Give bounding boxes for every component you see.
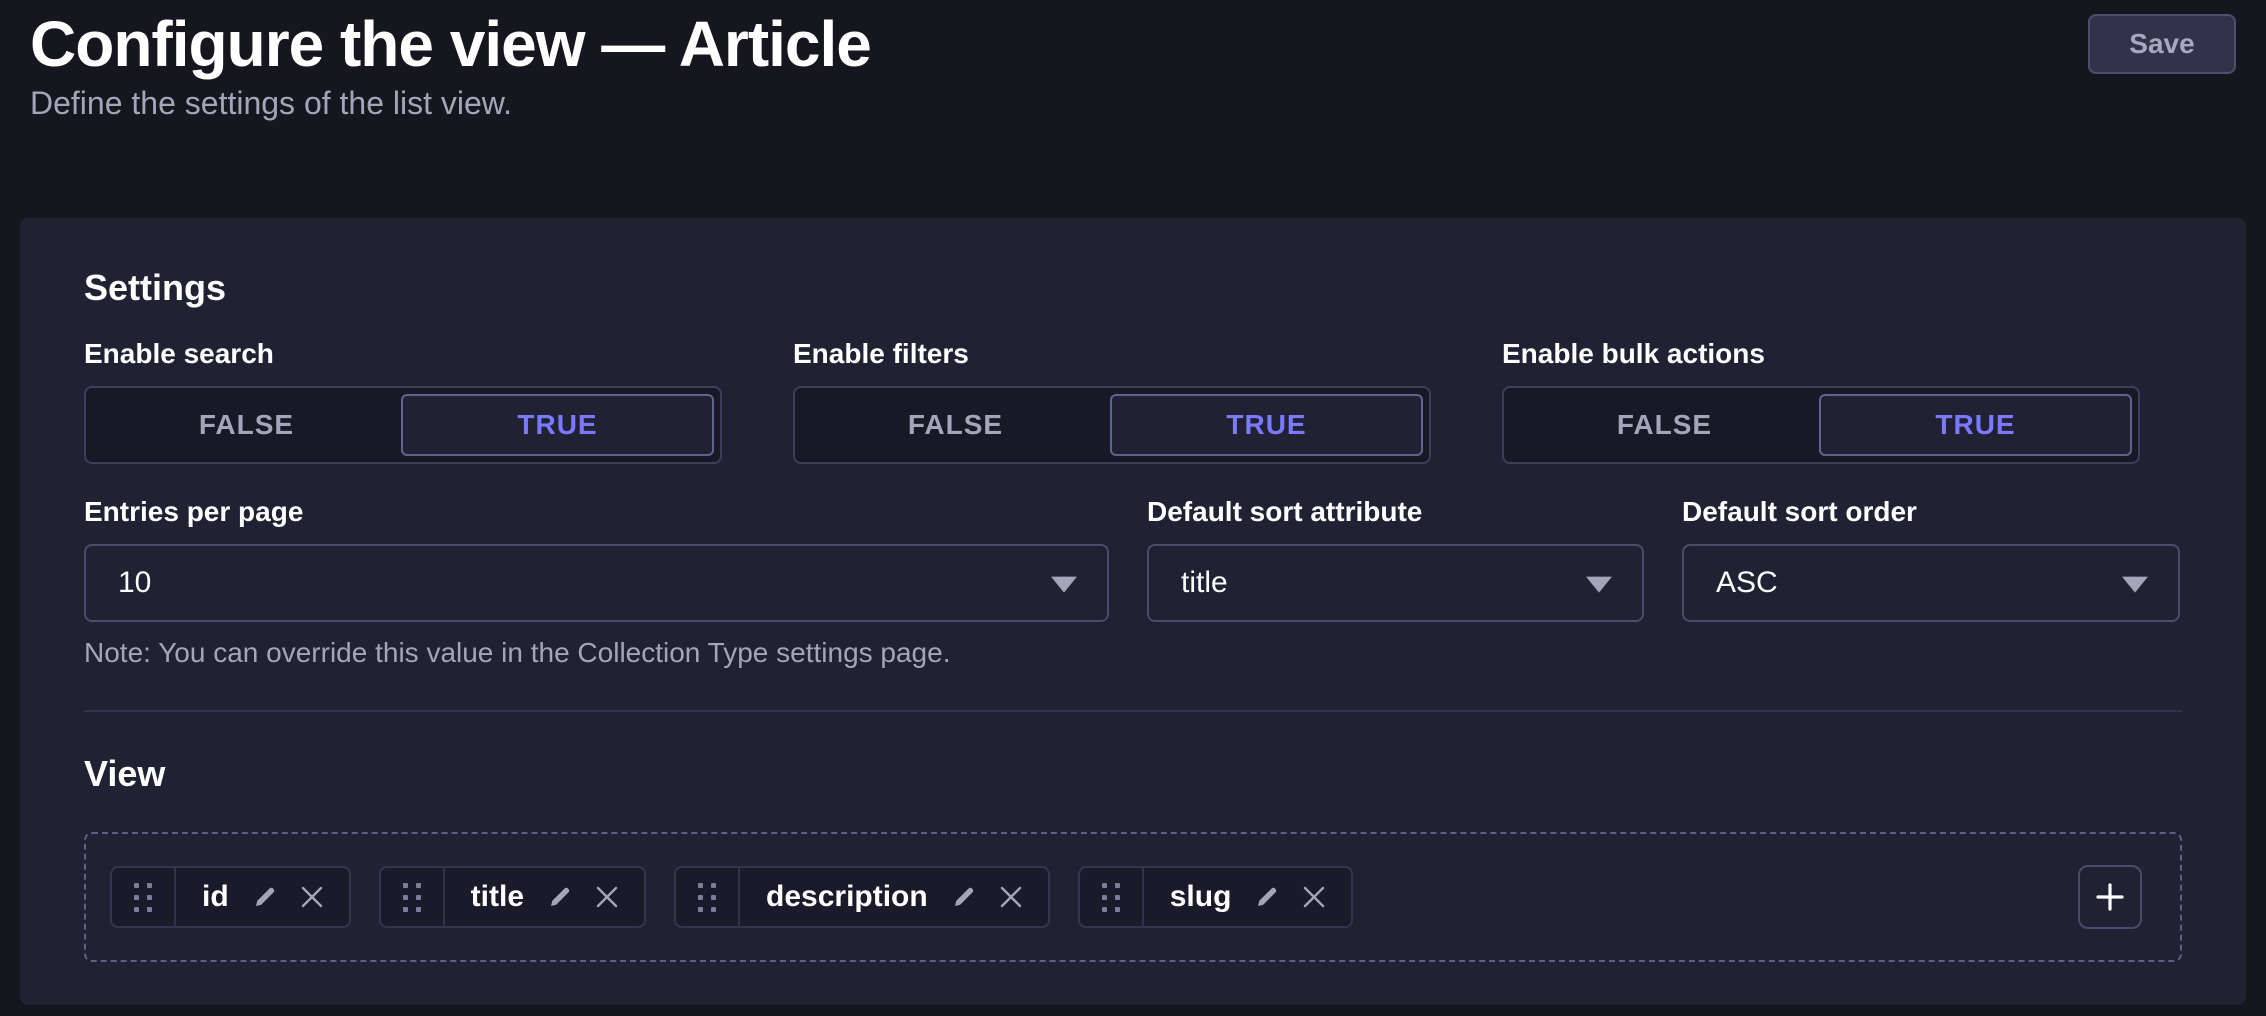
enable-search-label: Enable search <box>84 338 722 370</box>
field-chip-description[interactable]: description <box>674 866 1050 928</box>
section-divider <box>84 710 2182 712</box>
chevron-down-icon <box>1051 577 1077 593</box>
drag-handle-icon[interactable] <box>1080 868 1144 926</box>
field-chip-label: description <box>766 880 928 914</box>
view-fields-container: id title <box>84 832 2182 962</box>
entries-per-page-note: Note: You can override this value in the… <box>84 636 1109 670</box>
view-heading: View <box>84 752 2182 796</box>
close-icon <box>1303 886 1325 908</box>
page-header: Configure the view — Article Define the … <box>0 0 2266 122</box>
enable-search-false-option[interactable]: FALSE <box>92 394 401 456</box>
remove-field-button[interactable] <box>1000 886 1022 908</box>
page-title: Configure the view — Article <box>30 6 871 82</box>
default-sort-attribute-field: Default sort attribute title <box>1147 496 1644 622</box>
field-chip-title[interactable]: title <box>379 866 646 928</box>
default-sort-attribute-value: title <box>1181 566 1228 600</box>
field-chip-id[interactable]: id <box>110 866 351 928</box>
remove-field-button[interactable] <box>1303 886 1325 908</box>
entries-per-page-select[interactable]: 10 <box>84 544 1109 622</box>
remove-field-button[interactable] <box>301 886 323 908</box>
edit-field-button[interactable] <box>952 885 976 909</box>
field-chip-slug[interactable]: slug <box>1078 866 1354 928</box>
page-subtitle: Define the settings of the list view. <box>30 84 871 122</box>
default-sort-attribute-select[interactable]: title <box>1147 544 1644 622</box>
add-field-button[interactable] <box>2078 865 2142 929</box>
enable-bulk-actions-true-option[interactable]: TRUE <box>1819 394 2132 456</box>
field-chip-label: id <box>202 880 229 914</box>
edit-field-button[interactable] <box>1255 885 1279 909</box>
settings-card: Settings Enable search FALSE TRUE Enable… <box>20 218 2246 1005</box>
close-icon <box>596 886 618 908</box>
drag-handle-icon[interactable] <box>676 868 740 926</box>
default-sort-attribute-label: Default sort attribute <box>1147 496 1644 528</box>
entries-per-page-value: 10 <box>118 566 151 600</box>
enable-filters-label: Enable filters <box>793 338 1431 370</box>
close-icon <box>301 886 323 908</box>
enable-filters-false-option[interactable]: FALSE <box>801 394 1110 456</box>
pencil-icon <box>548 885 572 909</box>
enable-bulk-actions-false-option[interactable]: FALSE <box>1510 394 1819 456</box>
enable-filters-field: Enable filters FALSE TRUE <box>793 338 1431 464</box>
edit-field-button[interactable] <box>548 885 572 909</box>
enable-bulk-actions-field: Enable bulk actions FALSE TRUE <box>1502 338 2140 464</box>
field-chip-label: slug <box>1170 880 1232 914</box>
enable-search-true-option[interactable]: TRUE <box>401 394 714 456</box>
drag-handle-icon[interactable] <box>112 868 176 926</box>
view-section: View id <box>84 752 2182 962</box>
enable-filters-true-option[interactable]: TRUE <box>1110 394 1423 456</box>
default-sort-order-select[interactable]: ASC <box>1682 544 2180 622</box>
enable-search-toggle: FALSE TRUE <box>84 386 722 464</box>
enable-filters-toggle: FALSE TRUE <box>793 386 1431 464</box>
entries-per-page-field: Entries per page 10 Note: You can overri… <box>84 496 1109 670</box>
settings-heading: Settings <box>84 266 2182 310</box>
plus-icon <box>2094 881 2126 913</box>
field-chip-label: title <box>471 880 524 914</box>
selects-row: Entries per page 10 Note: You can overri… <box>84 496 2182 670</box>
enable-bulk-actions-toggle: FALSE TRUE <box>1502 386 2140 464</box>
enable-bulk-actions-label: Enable bulk actions <box>1502 338 2140 370</box>
chevron-down-icon <box>2122 577 2148 593</box>
pencil-icon <box>952 885 976 909</box>
chevron-down-icon <box>1586 577 1612 593</box>
save-button[interactable]: Save <box>2088 14 2236 74</box>
toggles-row: Enable search FALSE TRUE Enable filters … <box>84 338 2182 464</box>
default-sort-order-value: ASC <box>1716 566 1778 600</box>
enable-search-field: Enable search FALSE TRUE <box>84 338 722 464</box>
entries-per-page-label: Entries per page <box>84 496 1109 528</box>
default-sort-order-label: Default sort order <box>1682 496 2180 528</box>
default-sort-order-field: Default sort order ASC <box>1682 496 2180 622</box>
pencil-icon <box>1255 885 1279 909</box>
remove-field-button[interactable] <box>596 886 618 908</box>
page-header-text: Configure the view — Article Define the … <box>30 6 871 122</box>
pencil-icon <box>253 885 277 909</box>
close-icon <box>1000 886 1022 908</box>
edit-field-button[interactable] <box>253 885 277 909</box>
drag-handle-icon[interactable] <box>381 868 445 926</box>
settings-section: Settings Enable search FALSE TRUE Enable… <box>84 266 2182 670</box>
